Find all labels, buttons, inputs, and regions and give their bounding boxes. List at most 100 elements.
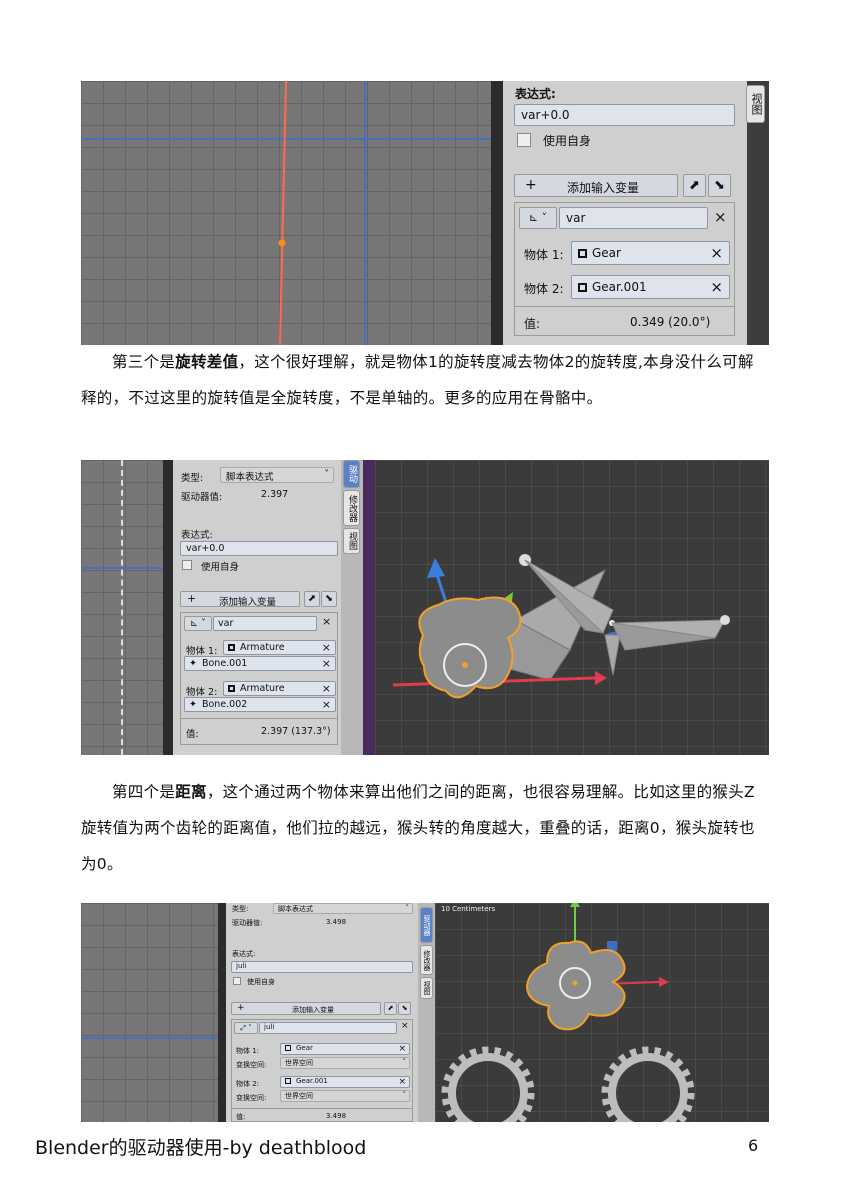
clear-object1-icon[interactable]: ×	[710, 244, 723, 262]
paragraph-prefix: 第四个是	[112, 783, 176, 801]
bone-icon: ✦	[189, 658, 197, 669]
driver-value-label: 驱动器值:	[181, 492, 223, 503]
space1-value: 世界空间	[285, 1059, 313, 1067]
use-self-label: 使用自身	[201, 562, 240, 573]
expression-input[interactable]: var+0.0	[514, 104, 735, 126]
type-dropdown[interactable]: 脚本表达式 ˅	[273, 903, 413, 914]
clear-bone1-icon[interactable]: ×	[322, 657, 331, 670]
clear-bone2-icon[interactable]: ×	[322, 698, 331, 711]
use-self-checkbox[interactable]	[233, 977, 241, 985]
use-self-label: 使用自身	[247, 978, 275, 986]
expression-value: var+0.0	[521, 108, 570, 122]
dashed-line	[121, 460, 123, 755]
expression-value: juli	[236, 962, 247, 970]
object2-value: Gear.001	[592, 280, 647, 294]
paragraph-rotation-difference: 第三个是旋转差值，这个很好理解，就是物体1的旋转度减去物体2的旋转度,本身没什么…	[81, 344, 769, 416]
space2-value: 世界空间	[285, 1092, 313, 1100]
screenshot-distance: 类型: 脚本表达式 ˅ 驱动器值: 3.498 表达式: juli 使用自身 + …	[81, 903, 769, 1122]
space1-dropdown[interactable]: 世界空间 ˅	[280, 1057, 410, 1069]
chevron-down-icon: ˅	[402, 1058, 407, 1066]
clear-object1-icon[interactable]: ×	[322, 641, 331, 654]
variable-name-input[interactable]: var	[213, 616, 317, 631]
object1-field[interactable]: Gear ×	[280, 1043, 410, 1055]
use-self-checkbox[interactable]	[182, 560, 192, 570]
expression-input[interactable]: var+0.0	[180, 541, 338, 556]
variable-name: var	[218, 618, 234, 629]
tab-driver-label: 驱动	[347, 465, 357, 483]
add-input-variable-button[interactable]: + 添加输入变量	[231, 1002, 381, 1015]
remove-variable-icon[interactable]: ×	[401, 1021, 409, 1031]
tab-view[interactable]: 视图	[746, 85, 765, 123]
paste-variable-icon[interactable]: ⬊	[398, 1002, 411, 1015]
remove-variable-icon[interactable]: ×	[714, 208, 727, 226]
tab-modifier[interactable]: 修改器	[343, 490, 360, 526]
tab-driver-label: 驱动器	[423, 914, 431, 936]
viewport-scene	[441, 903, 695, 1122]
type-dropdown[interactable]: 脚本表达式 ˅	[220, 467, 334, 483]
space2-dropdown[interactable]: 世界空间 ˅	[280, 1090, 410, 1102]
tab-modifier-label: 修改器	[347, 494, 357, 522]
object-icon	[578, 283, 587, 292]
variable-box: ⊾ ˅ var × 物体 1: Gear × 物体 2: Gear.001 × 值:…	[514, 202, 735, 336]
tab-driver[interactable]: 驱动器	[420, 907, 433, 943]
clear-object2-icon[interactable]: ×	[398, 1077, 406, 1087]
chevron-down-icon: ˅	[405, 904, 410, 912]
object1-label: 物体 1:	[236, 1047, 260, 1055]
plus-icon: +	[187, 592, 197, 605]
object2-field[interactable]: Gear.001 ×	[280, 1076, 410, 1088]
object2-field[interactable]: Gear.001 ×	[571, 275, 730, 299]
copy-variable-icon[interactable]: ⬈	[304, 591, 320, 607]
viewport-scene	[392, 554, 730, 699]
plus-icon: +	[237, 1003, 245, 1013]
tab-driver[interactable]: 驱动	[343, 460, 360, 488]
variable-box: ⊾ ˅ var × 物体 1: Armature × ✦ Bone.001 × 物体 …	[180, 612, 338, 745]
paragraph-keyword: 旋转差值	[175, 353, 239, 371]
object-icon	[285, 1078, 291, 1084]
object1-value: Armature	[240, 642, 285, 653]
clear-object1-icon[interactable]: ×	[398, 1044, 406, 1054]
object2-field[interactable]: Armature ×	[223, 681, 336, 696]
variable-name-input[interactable]: var	[559, 207, 708, 229]
expression-input[interactable]: juli	[231, 961, 413, 973]
paste-variable-icon[interactable]: ⬊	[321, 591, 337, 607]
clear-object2-icon[interactable]: ×	[710, 278, 723, 296]
driver-value: 2.397	[261, 489, 289, 500]
value-label: 值:	[524, 317, 541, 331]
panel-separator	[163, 460, 173, 755]
object1-field[interactable]: Armature ×	[223, 640, 336, 655]
clear-object2-icon[interactable]: ×	[322, 682, 331, 695]
add-input-variable-button[interactable]: + 添加输入变量	[180, 591, 300, 608]
paste-variable-icon[interactable]: ⬊	[708, 174, 731, 197]
object1-value: Gear	[592, 246, 621, 260]
value-divider	[515, 306, 734, 307]
bone1-field[interactable]: ✦ Bone.001 ×	[184, 656, 336, 671]
tab-view-label: 视图	[750, 93, 763, 115]
tab-view[interactable]: 视图	[420, 977, 433, 999]
variable-type-dropdown[interactable]: ⊾ ˅	[184, 616, 212, 631]
add-variable-label: 添加输入变量	[219, 597, 277, 608]
bone2-field[interactable]: ✦ Bone.002 ×	[184, 697, 336, 712]
copy-variable-icon[interactable]: ⬈	[384, 1002, 397, 1015]
use-self-checkbox[interactable]	[517, 133, 531, 147]
plus-icon: +	[525, 177, 537, 193]
gear-left	[441, 1046, 535, 1122]
object2-label: 物体 2:	[186, 687, 218, 698]
remove-variable-icon[interactable]: ×	[322, 615, 331, 628]
object1-field[interactable]: Gear ×	[571, 241, 730, 265]
paragraph-prefix: 第三个是	[112, 353, 176, 371]
variable-type-dropdown[interactable]: ⤢ ˅	[234, 1022, 258, 1034]
object2-value: Gear.001	[296, 1077, 328, 1085]
outliner-strip	[363, 460, 375, 755]
add-variable-label: 添加输入变量	[292, 1006, 334, 1014]
variable-name-input[interactable]: juli	[259, 1022, 397, 1034]
variable-name: var	[566, 211, 586, 225]
screenshot-rotation-difference: 表达式: var+0.0 使用自身 + 添加输入变量 ⬈ ⬊ ⊾ ˅ var ×…	[81, 81, 769, 345]
object-icon	[228, 644, 235, 651]
copy-variable-icon[interactable]: ⬈	[683, 174, 706, 197]
tab-view[interactable]: 视图	[343, 528, 360, 554]
variable-type-dropdown[interactable]: ⊾ ˅	[519, 207, 557, 229]
tab-modifier[interactable]: 修改器	[420, 945, 433, 975]
variable-name: juli	[264, 1023, 275, 1031]
add-input-variable-button[interactable]: + 添加输入变量	[514, 174, 678, 197]
type-label: 类型:	[232, 905, 249, 913]
